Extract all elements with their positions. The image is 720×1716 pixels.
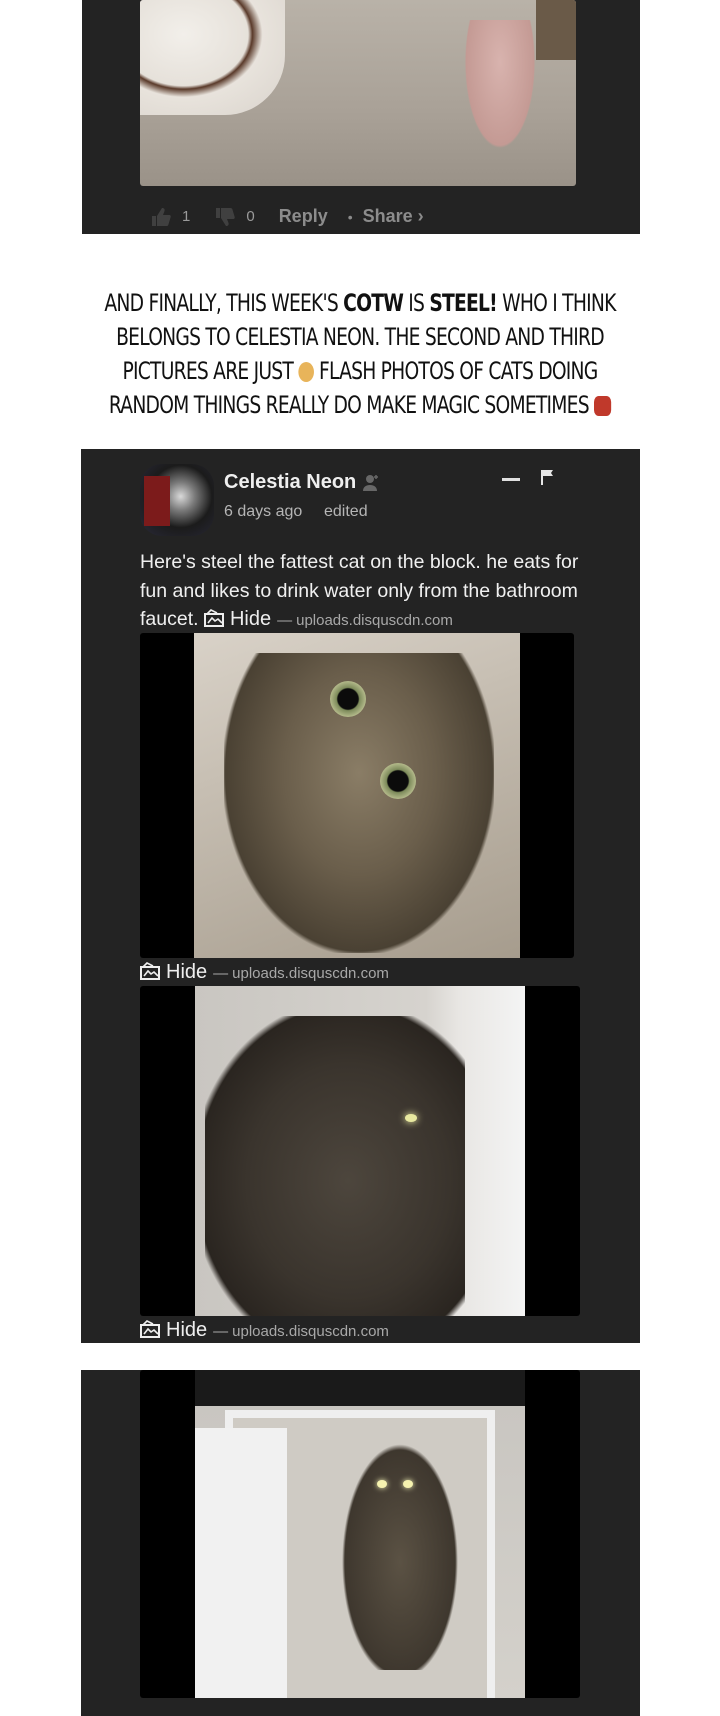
comment-author[interactable]: Celestia Neon [224, 471, 356, 494]
cabinet-door [195, 1428, 287, 1698]
caption-steel: Steel! [429, 289, 497, 317]
image-hide-row: Hide — uploads.disquscdn.com [140, 1318, 389, 1342]
dash: — [213, 965, 229, 982]
thumbs-down-icon[interactable] [214, 207, 236, 227]
comment-body: Here's steel the fattest cat on the bloc… [140, 548, 590, 636]
image-icon [140, 962, 162, 980]
background-shadow [536, 0, 576, 60]
hide-link[interactable]: Hide [166, 961, 207, 984]
flag-icon[interactable] [541, 469, 555, 485]
reply-link[interactable]: Reply [279, 206, 328, 227]
avatar-art [144, 476, 170, 526]
tabby-cat [335, 1430, 465, 1670]
image-source[interactable]: uploads.disquscdn.com [296, 607, 453, 636]
image-source[interactable]: uploads.disquscdn.com [232, 1323, 389, 1340]
photo-background [195, 1370, 525, 1698]
photo-background [194, 633, 520, 958]
calico-cat [140, 0, 285, 115]
comment-timestamp[interactable]: 6 days ago [224, 503, 302, 521]
sphynx-cat [460, 20, 540, 160]
image-hide-row: Hide — uploads.disquscdn.com [140, 960, 389, 984]
hide-link[interactable]: Hide [230, 605, 271, 634]
dash: — [213, 1323, 229, 1340]
share-link[interactable]: Share › [363, 206, 424, 227]
cat-eye-glow [377, 1480, 387, 1488]
cat-eye-glow [403, 1480, 413, 1488]
thumbs-up-icon[interactable] [150, 207, 172, 227]
cat-photo-1[interactable] [140, 633, 574, 958]
dash: — [277, 612, 293, 629]
face-emoji-icon [298, 362, 314, 382]
cat-eye [380, 763, 416, 799]
photo-background [195, 986, 525, 1316]
user-badge-icon [362, 474, 380, 492]
image-icon [203, 607, 226, 627]
tabby-cat [205, 1016, 465, 1316]
blog-caption: And finally, this week's COTW is Steel! … [103, 286, 618, 422]
edited-label: edited [324, 503, 368, 520]
lips-emoji-icon [593, 396, 612, 416]
minus-icon[interactable] [502, 478, 520, 481]
comment-image-cats[interactable] [140, 0, 576, 186]
cat-photo-2[interactable] [140, 986, 580, 1316]
cat-eye [330, 681, 366, 717]
avatar[interactable] [140, 464, 214, 536]
separator-dot: • [347, 208, 353, 225]
image-source[interactable]: uploads.disquscdn.com [232, 965, 389, 982]
cat-photo-3[interactable] [140, 1370, 580, 1698]
caption-text-1: And finally, this week's [104, 289, 344, 317]
comment-actions: 1 0 Reply • Share › [150, 206, 434, 227]
upvote-count: 1 [182, 208, 191, 225]
hide-link[interactable]: Hide [166, 1319, 207, 1342]
image-hide-row: Hide — uploads.disquscdn.com [203, 605, 453, 636]
downvote-count: 0 [246, 208, 255, 225]
cat-eye-glow [405, 1114, 417, 1122]
caption-cotw: COTW [343, 289, 404, 317]
image-icon [140, 1320, 162, 1338]
caption-text-2: is [403, 289, 430, 317]
